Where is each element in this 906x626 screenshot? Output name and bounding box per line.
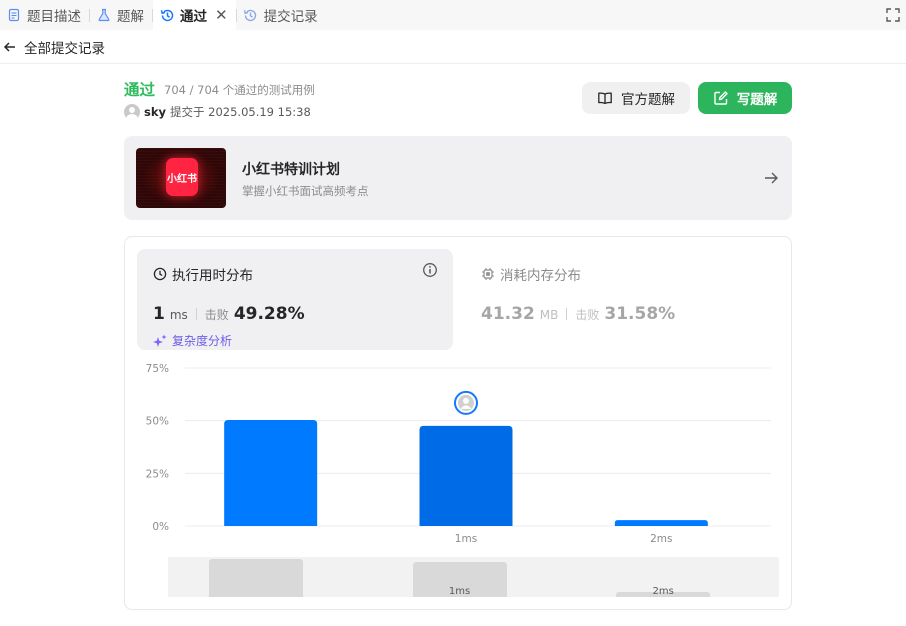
minimap-label: 2ms [652, 586, 674, 597]
chart-range-minimap[interactable]: 1ms 2ms [168, 557, 779, 597]
memory-distribution-panel[interactable]: 消耗内存分布 41.32 MB 击败 31.58% [465, 249, 781, 350]
runtime-title: 执行用时分布 [172, 268, 253, 284]
runtime-distribution-chart[interactable]: 0% 25% 50% 75% 1ms 2ms [125, 357, 791, 547]
username[interactable]: sky [144, 105, 166, 119]
metric-divider [566, 308, 568, 320]
tab-bar: 题目描述 题解 通过 ✕ 提交记录 [0, 0, 906, 30]
y-tick-label: 25% [146, 468, 169, 480]
chart-bar[interactable] [419, 425, 513, 526]
memory-metric: 41.32 MB 击败 31.58% [481, 304, 675, 324]
promo-image: 小红书 [136, 148, 226, 208]
edit-icon [713, 90, 729, 106]
sparkle-icon [153, 334, 167, 348]
memory-unit: MB [539, 308, 559, 322]
tab-label: 提交记录 [263, 9, 318, 25]
tab-description[interactable]: 题目描述 [0, 0, 89, 30]
promo-title: 小红书特训计划 [242, 162, 340, 178]
submission-status: 通过 [124, 81, 156, 99]
clock-icon [153, 267, 167, 281]
promo-banner[interactable]: 小红书 小红书特训计划 掌握小红书面试高频考点 [124, 136, 792, 220]
tab-label: 通过 [180, 9, 207, 25]
arrow-left-icon [2, 39, 18, 55]
chip-icon [481, 267, 495, 281]
book-icon [597, 90, 613, 106]
tab-submissions[interactable]: 提交记录 [237, 0, 326, 30]
runtime-beat-label: 击败 [204, 308, 229, 322]
info-icon[interactable] [422, 262, 438, 278]
runtime-metric: 1 ms 击败 49.28% [153, 304, 305, 324]
submitted-time: 提交于 2025.05.19 15:38 [170, 105, 311, 119]
metric-divider [195, 308, 197, 320]
testcases-passed: 704 / 704 个通过的测试用例 [164, 83, 315, 97]
history-icon [159, 7, 175, 23]
submission-stats-card: 执行用时分布 1 ms 击败 49.28% 复杂度分析 消耗内存分布 41.32 [124, 236, 792, 610]
back-label: 全部提交记录 [24, 40, 105, 57]
runtime-unit: ms [169, 308, 188, 322]
flask-icon [96, 7, 112, 23]
avatar-head [463, 397, 469, 404]
write-solution-label: 写题解 [736, 92, 778, 108]
arrow-right-icon [762, 169, 780, 187]
fullscreen-icon[interactable] [885, 7, 901, 23]
complexity-analysis-link[interactable]: 复杂度分析 [153, 332, 232, 349]
write-solution-button[interactable]: 写题解 [698, 82, 792, 114]
memory-title: 消耗内存分布 [500, 268, 581, 284]
runtime-beat-percent: 49.28% [233, 304, 305, 324]
minimap-bar [208, 559, 303, 597]
xiaohongshu-logo: 小红书 [166, 158, 198, 196]
runtime-distribution-panel[interactable]: 执行用时分布 1 ms 击败 49.28% 复杂度分析 [137, 249, 453, 350]
memory-beat-percent: 31.58% [604, 304, 676, 324]
runtime-title-row: 执行用时分布 [153, 264, 253, 284]
submission-meta: sky 提交于 2025.05.19 15:38 [124, 104, 311, 120]
promo-subtitle: 掌握小红书面试高频考点 [242, 184, 369, 198]
y-tick-label: 50% [146, 416, 169, 428]
tab-label: 题解 [117, 9, 144, 25]
x-tick-label: 2ms [650, 533, 672, 545]
tab-accepted[interactable]: 通过 ✕ [153, 0, 236, 30]
y-tick-label: 0% [152, 521, 169, 533]
tab-solutions[interactable]: 题解 [90, 0, 152, 30]
back-to-all-submissions[interactable]: 全部提交记录 [0, 30, 906, 64]
memory-beat-label: 击败 [575, 308, 600, 322]
minimap-label: 1ms [448, 586, 471, 597]
chart-bar[interactable] [224, 420, 318, 526]
avatar[interactable] [124, 104, 140, 120]
runtime-value: 1 [153, 304, 165, 324]
tab-label: 题目描述 [27, 9, 81, 25]
official-solution-button[interactable]: 官方题解 [582, 82, 690, 114]
complexity-label: 复杂度分析 [172, 334, 233, 348]
x-tick-label: 1ms [455, 533, 477, 545]
close-icon[interactable]: ✕ [215, 7, 228, 23]
official-solution-label: 官方题解 [621, 92, 675, 108]
y-tick-label: 75% [146, 363, 169, 375]
chart-canvas[interactable]: 0% 25% 50% 75% 1ms 2ms [125, 357, 791, 547]
chart-bar[interactable] [614, 520, 708, 526]
history-icon [243, 7, 259, 23]
memory-value: 41.32 [481, 304, 535, 324]
memory-title-row: 消耗内存分布 [481, 264, 581, 284]
document-icon [6, 7, 22, 23]
